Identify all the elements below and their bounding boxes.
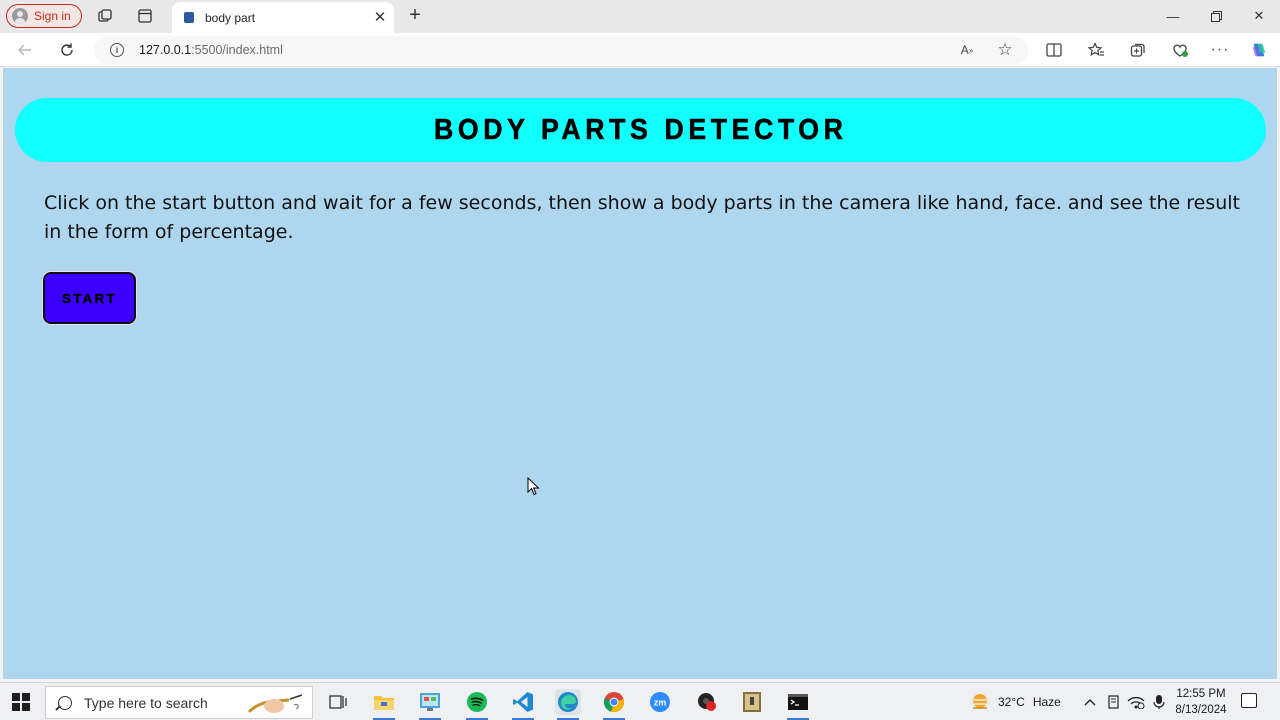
profile-icon (12, 8, 28, 24)
zoom-icon[interactable]: zm (647, 689, 673, 715)
spotify-icon[interactable] (464, 689, 490, 720)
instructions-text: Click on the start button and wait for a… (44, 192, 1241, 243)
tab-actions-icon[interactable] (136, 7, 154, 25)
screen-recorder-icon[interactable] (694, 689, 720, 715)
windows-start-icon[interactable] (12, 693, 30, 711)
chrome-icon[interactable] (601, 689, 627, 720)
terminal-icon[interactable] (785, 689, 811, 720)
edge-browser-icon[interactable] (555, 689, 581, 720)
notifications-icon[interactable] (1241, 693, 1257, 708)
read-aloud-icon[interactable]: A» (958, 41, 976, 59)
mouse-cursor-icon (527, 477, 540, 496)
search-icon (58, 695, 72, 710)
page-favicon-icon (184, 12, 194, 23)
file-explorer-icon[interactable] (371, 689, 397, 720)
browser-essentials-icon[interactable] (1171, 41, 1189, 59)
sign-in-label: Sign in (34, 9, 71, 23)
archive-app-icon[interactable] (739, 689, 765, 715)
taskbar-clock[interactable]: 12:55 PM 8/13/2024 (1172, 686, 1230, 718)
task-view-icon[interactable] (325, 689, 351, 715)
browser-title-bar: Sign in body part ✕ + — ✕ (0, 0, 1280, 33)
copilot-icon[interactable] (1250, 41, 1268, 59)
taskbar-search-box[interactable]: Type here to search (45, 686, 313, 719)
tab-title: body part (205, 10, 256, 25)
sign-in-button[interactable]: Sign in (6, 4, 82, 28)
clock-date: 8/13/2024 (1175, 704, 1227, 716)
control-panel-icon[interactable] (417, 689, 443, 720)
page-content: BODY PARTS DETECTOR Click on the start b… (3, 68, 1277, 679)
more-options-icon[interactable]: ··· (1211, 41, 1229, 59)
minimize-icon[interactable]: — (1162, 6, 1184, 26)
tablet-mode-icon[interactable] (1107, 683, 1121, 720)
favorite-star-icon[interactable]: ☆ (996, 40, 1014, 59)
split-screen-icon[interactable] (1045, 41, 1063, 59)
url-path: :5500/index.html (191, 43, 283, 57)
refresh-icon[interactable] (57, 40, 77, 60)
tab-body-part[interactable]: body part ✕ (172, 2, 394, 33)
close-tab-icon[interactable]: ✕ (372, 9, 388, 26)
start-button[interactable]: START (43, 272, 136, 324)
close-window-icon[interactable]: ✕ (1248, 6, 1270, 26)
weather-desc: Haze (1032, 695, 1061, 709)
svg-text:zm: zm (654, 698, 667, 708)
haze-weather-icon (970, 694, 990, 709)
clock-time: 12:55 PM (1176, 688, 1226, 700)
show-hidden-icons-icon[interactable] (1084, 683, 1096, 720)
new-tab-icon[interactable]: + (405, 5, 425, 25)
workspaces-icon[interactable] (96, 7, 114, 25)
page-title: BODY PARTS DETECTOR (433, 113, 848, 146)
address-bar[interactable]: i 127.0.0.1:5500/index.html (94, 36, 1028, 64)
favorites-icon[interactable] (1087, 41, 1105, 59)
restore-icon[interactable] (1205, 6, 1227, 26)
browser-toolbar: i 127.0.0.1:5500/index.html A» ☆ ··· (0, 33, 1280, 67)
search-highlight-art-icon (248, 694, 303, 713)
back-icon[interactable] (15, 40, 35, 60)
weather-temp: 32°C (998, 695, 1025, 709)
weather-widget[interactable]: 32°C Haze (968, 683, 1061, 720)
vscode-icon[interactable] (510, 689, 536, 720)
url-host: 127.0.0.1 (139, 43, 192, 57)
volume-icon[interactable] (1152, 683, 1166, 720)
collections-icon[interactable] (1129, 41, 1147, 59)
search-placeholder: Type here to search (84, 694, 208, 711)
site-info-icon[interactable]: i (110, 43, 124, 57)
windows-taskbar: Type here to search zm 32°C Haze 12:55 P… (0, 682, 1280, 720)
network-icon[interactable] (1127, 683, 1145, 720)
page-header: BODY PARTS DETECTOR (15, 98, 1266, 162)
